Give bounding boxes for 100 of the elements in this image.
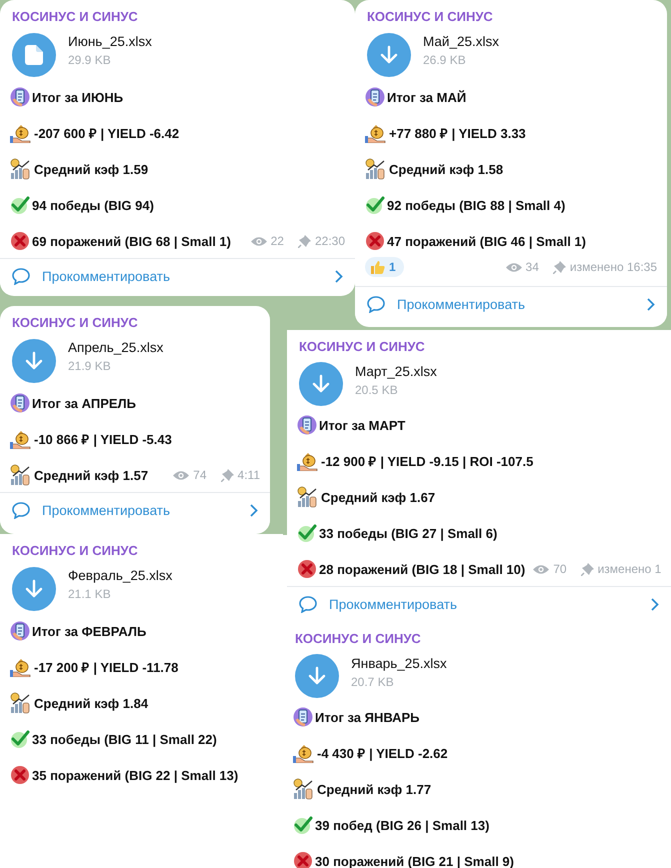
view-count: 34 <box>526 260 539 274</box>
file-name: Май_25.xlsx <box>423 34 499 49</box>
cross-icon <box>293 851 313 868</box>
message-line: 39 побед (BIG 26 | Small 13) <box>315 818 490 832</box>
speech-bubble-icon <box>12 268 30 285</box>
view-count: 22 <box>270 234 284 248</box>
chart-growth-icon <box>297 486 319 508</box>
cross-icon <box>10 231 30 251</box>
file-name: Март_25.xlsx <box>355 364 437 379</box>
file-name: Июнь_25.xlsx <box>68 34 152 49</box>
message-line: Итог за АПРЕЛЬ <box>32 396 136 410</box>
reaction-chip[interactable]: 1 <box>365 257 404 277</box>
pin-icon <box>552 260 566 274</box>
cross-icon <box>297 559 317 579</box>
speech-bubble-icon <box>367 296 385 313</box>
download-icon <box>380 45 398 65</box>
phone-icon <box>10 87 30 107</box>
file-button[interactable] <box>367 33 411 77</box>
check-icon <box>293 815 313 835</box>
message-line: Средний кэф 1.84 <box>34 696 148 710</box>
message-line: 69 поражений (BIG 68 | Small 1) <box>32 234 231 248</box>
channel-name: КОСИНУС И СИНУС <box>298 338 426 356</box>
post-time: 4:11 <box>238 468 260 482</box>
message-line: 28 поражений (BIG 18 | Small 10) <box>319 562 526 576</box>
message-line: Средний кэф 1.57 <box>34 468 148 482</box>
message-line: 33 победы (BIG 11 | Small 22) <box>32 732 217 746</box>
phone-icon <box>10 621 30 641</box>
channel-name: КОСИНУС И СИНУС <box>11 542 139 560</box>
eye-icon <box>250 236 267 246</box>
file-name: Февраль_25.xlsx <box>68 568 172 583</box>
file-name: Январь_25.xlsx <box>351 656 447 671</box>
message-line: Средний кэф 1.59 <box>34 162 148 176</box>
message-line: Итог за ЯНВАРЬ <box>315 710 420 724</box>
chevron-right-icon <box>651 598 659 611</box>
cross-icon <box>365 231 385 251</box>
message-line: Итог за ИЮНЬ <box>32 90 124 104</box>
check-icon <box>10 195 30 215</box>
chart-growth-icon <box>365 158 387 180</box>
thumbs-up-icon <box>370 260 385 274</box>
file-size: 26.9 KB <box>423 53 467 67</box>
money-bag-icon <box>293 743 315 763</box>
pin-icon <box>580 562 594 576</box>
file-button[interactable] <box>12 33 56 77</box>
money-bag-icon <box>10 123 32 143</box>
message-line: Средний кэф 1.58 <box>389 162 504 176</box>
check-icon <box>297 523 317 543</box>
money-bag-icon <box>365 123 387 143</box>
eye-icon <box>533 564 550 574</box>
file-size: 20.7 KB <box>351 675 395 689</box>
message-line: -17 200 ₽ | YIELD -11.78 <box>34 659 178 676</box>
message-line: 35 поражений (BIG 22 | Small 13) <box>32 768 238 782</box>
post-time: изменено 16:35 <box>570 260 657 274</box>
file-name: Апрель_25.xlsx <box>68 340 164 355</box>
comment-button[interactable]: Прокомментировать <box>0 492 270 528</box>
comment-button[interactable]: Прокомментировать <box>355 286 667 322</box>
check-icon <box>365 195 385 215</box>
file-size: 29.9 KB <box>68 53 112 67</box>
message-line: 92 победы (BIG 88 | Small 4) <box>387 198 566 212</box>
eye-icon <box>506 262 522 272</box>
chart-growth-icon <box>10 464 32 486</box>
chevron-right-icon <box>335 270 343 283</box>
chart-growth-icon <box>10 692 32 714</box>
pin-icon <box>220 468 234 482</box>
message-line: 47 поражений (BIG 46 | Small 1) <box>387 234 586 248</box>
view-count: 74 <box>193 468 207 482</box>
chart-growth-icon <box>293 778 315 800</box>
message-line: Средний кэф 1.77 <box>317 782 432 796</box>
download-icon <box>312 374 330 394</box>
file-button[interactable] <box>295 654 339 698</box>
view-count: 70 <box>553 562 567 576</box>
comment-button[interactable]: Прокомментировать <box>0 258 355 294</box>
cross-icon <box>10 765 30 785</box>
channel-name: КОСИНУС И СИНУС <box>366 8 494 26</box>
download-icon <box>308 666 326 686</box>
file-button[interactable] <box>12 567 56 611</box>
chevron-right-icon <box>647 298 655 311</box>
speech-bubble-icon <box>12 502 30 519</box>
money-bag-icon <box>10 429 32 449</box>
message-line: Итог за МАРТ <box>319 418 406 432</box>
message-line: 33 победы (BIG 27 | Small 6) <box>319 526 498 540</box>
file-size: 21.1 KB <box>68 587 112 601</box>
message-line: -4 430 ₽ | YIELD -2.62 <box>317 745 448 762</box>
phone-icon <box>293 707 313 727</box>
message-line: -12 900 ₽ | YIELD -9.15 | ROI -107.5 <box>321 453 534 470</box>
file-button[interactable] <box>299 362 343 406</box>
phone-icon <box>10 393 30 413</box>
channel-name: КОСИНУС И СИНУС <box>11 8 139 26</box>
pin-icon <box>298 234 311 248</box>
money-bag-icon <box>297 451 319 471</box>
message-line: +77 880 ₽ | YIELD 3.33 <box>389 125 526 142</box>
document-icon <box>25 45 43 65</box>
message-line: -207 600 ₽ | YIELD -6.42 <box>34 125 180 142</box>
file-button[interactable] <box>12 339 56 383</box>
message-line: -10 866 ₽ | YIELD -5.43 <box>34 431 172 448</box>
file-size: 21.9 KB <box>68 359 112 373</box>
message-line: Итог за ФЕВРАЛЬ <box>32 624 146 638</box>
chart-growth-icon <box>10 158 32 180</box>
channel-name: КОСИНУС И СИНУС <box>11 314 139 332</box>
download-icon <box>25 351 43 371</box>
message-line: Средний кэф 1.67 <box>321 490 436 504</box>
